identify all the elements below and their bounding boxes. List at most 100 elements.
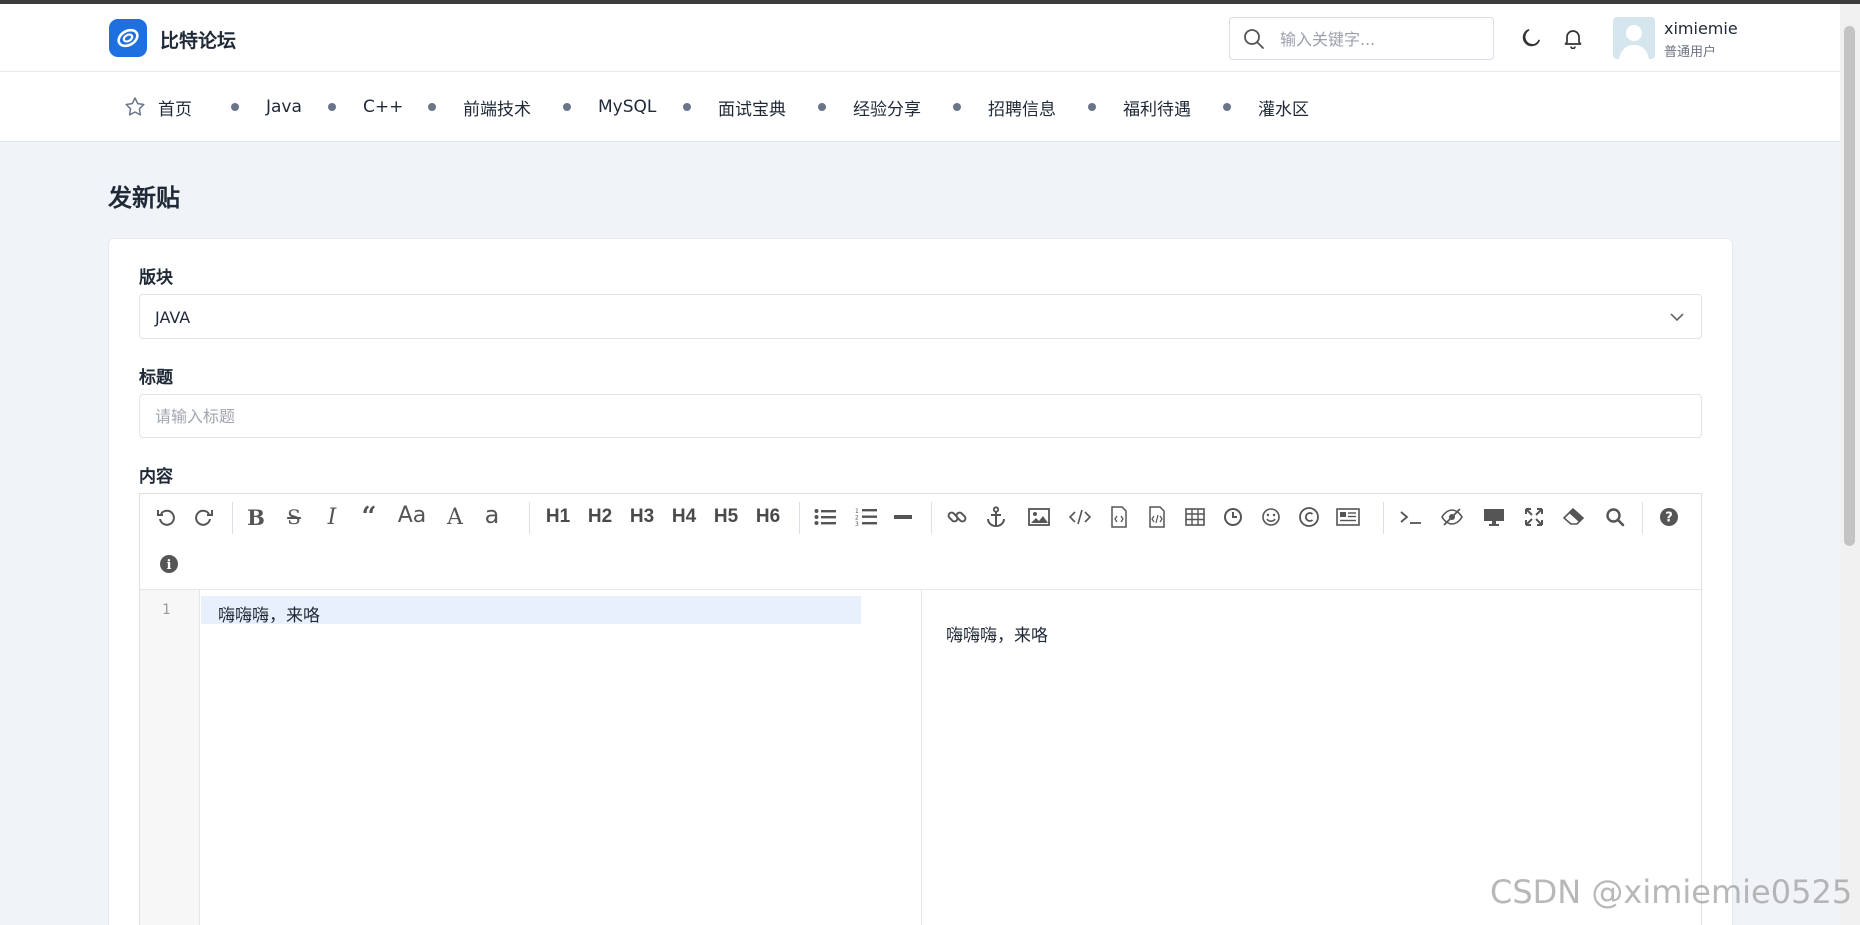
nav-item-jobs[interactable]: 招聘信息 — [953, 72, 1056, 142]
nav-item-experience[interactable]: 经验分享 — [818, 72, 921, 142]
code-icon[interactable] — [1066, 502, 1094, 532]
content-label: 内容 — [139, 467, 173, 487]
editor-toolbar: B S I “ Aa A a H1 H2 H3 H4 H5 H6 123 ? i — [140, 494, 1701, 590]
nav-item-label: 经验分享 — [853, 99, 921, 120]
markdown-editor: B S I “ Aa A a H1 H2 H3 H4 H5 H6 123 ? i… — [139, 493, 1702, 925]
brand-name[interactable]: 比特论坛 — [160, 26, 236, 53]
page-title: 发新贴 — [108, 184, 180, 212]
nav-item-label: 前端技术 — [463, 99, 531, 120]
search-icon[interactable] — [1602, 502, 1628, 532]
uppercase-icon[interactable]: Aa — [395, 500, 429, 530]
nav-item-interview[interactable]: 面试宝典 — [683, 72, 786, 142]
nav-item-label: 招聘信息 — [988, 99, 1056, 120]
ordered-list-icon[interactable]: 123 — [853, 502, 879, 532]
table-icon[interactable] — [1183, 502, 1207, 532]
nav-item-label: Java — [266, 97, 302, 117]
redo-icon[interactable] — [192, 502, 216, 532]
nav-item-java[interactable]: Java — [231, 72, 302, 142]
user-name[interactable]: ximiemie — [1664, 19, 1738, 38]
bullet-icon — [1223, 103, 1231, 111]
bullet-icon — [563, 103, 571, 111]
bell-icon[interactable] — [1562, 27, 1584, 49]
page-scrollbar[interactable] — [1840, 4, 1860, 925]
html-entities-icon[interactable] — [1145, 502, 1169, 532]
editor-content[interactable]: 嗨嗨嗨，来咯 — [218, 601, 320, 626]
terminal-icon[interactable] — [1397, 502, 1425, 532]
anchor-icon[interactable] — [984, 502, 1008, 532]
watch-icon[interactable] — [1438, 502, 1466, 532]
section-select-value: JAVA — [155, 308, 191, 327]
search-input[interactable] — [1280, 26, 1485, 52]
line-number: 1 — [162, 602, 171, 618]
logo-icon[interactable] — [109, 19, 147, 57]
bullet-icon — [428, 103, 436, 111]
help-icon[interactable]: ? — [1656, 502, 1682, 532]
code-block-icon[interactable] — [1107, 502, 1131, 532]
search-icon — [1244, 29, 1264, 49]
nav-item-label: 灌水区 — [1258, 99, 1309, 120]
copyright-icon[interactable] — [1297, 502, 1321, 532]
bullet-icon — [818, 103, 826, 111]
bullet-icon — [231, 103, 239, 111]
datetime-icon[interactable] — [1221, 502, 1245, 532]
section-label: 版块 — [139, 268, 173, 288]
bullet-icon — [328, 103, 336, 111]
nav-item-label: 福利待遇 — [1123, 99, 1191, 120]
h5-icon[interactable]: H5 — [710, 502, 742, 532]
h6-icon[interactable]: H6 — [752, 502, 784, 532]
nav-item-label: MySQL — [598, 97, 657, 117]
h2-icon[interactable]: H2 — [584, 502, 616, 532]
svg-text:i: i — [167, 558, 172, 573]
clear-icon[interactable] — [1560, 502, 1588, 532]
editor-preview-divider — [921, 590, 922, 925]
watermark: CSDN @ximiemie0525 — [1490, 873, 1853, 911]
star-icon — [125, 97, 145, 116]
horizontal-rule-icon[interactable] — [892, 502, 914, 532]
bullet-icon — [683, 103, 691, 111]
undo-icon[interactable] — [154, 502, 178, 532]
image-icon[interactable] — [1026, 502, 1052, 532]
fullscreen-icon[interactable] — [1520, 502, 1548, 532]
quote-icon[interactable]: “ — [356, 502, 382, 532]
nav-item-frontend[interactable]: 前端技术 — [428, 72, 531, 142]
section-select[interactable]: JAVA — [139, 294, 1702, 339]
h1-icon[interactable]: H1 — [542, 502, 574, 532]
nav-item-label: C++ — [363, 97, 404, 117]
category-nav: 首页 Java C++ 前端技术 MySQL 面试宝典 经验分享 招聘信息 福利… — [0, 72, 1840, 142]
svg-text:?: ? — [1665, 511, 1673, 526]
top-header: 比特论坛 ximiemie 普通用户 — [0, 4, 1840, 72]
italic-icon[interactable]: I — [320, 502, 344, 532]
svg-text:3: 3 — [855, 521, 859, 527]
bullet-icon — [953, 103, 961, 111]
nav-item-home[interactable]: 首页 — [124, 72, 192, 142]
h3-icon[interactable]: H3 — [626, 502, 658, 532]
nav-item-label: 面试宝典 — [718, 99, 786, 120]
bullet-icon — [1088, 103, 1096, 111]
info-icon[interactable]: i — [157, 549, 181, 579]
nav-item-label: 首页 — [158, 99, 192, 120]
search-box[interactable] — [1229, 17, 1494, 60]
nav-item-mysql[interactable]: MySQL — [563, 72, 656, 142]
avatar[interactable] — [1613, 17, 1655, 59]
emoji-icon[interactable] — [1259, 502, 1283, 532]
upper-first-icon[interactable]: A — [442, 502, 468, 532]
title-input[interactable] — [139, 394, 1702, 438]
nav-item-cpp[interactable]: C++ — [328, 72, 403, 142]
pagebreak-icon[interactable] — [1334, 502, 1362, 532]
preview-icon[interactable] — [1480, 502, 1508, 532]
title-label: 标题 — [139, 368, 173, 388]
unordered-list-icon[interactable] — [812, 502, 838, 532]
preview-content: 嗨嗨嗨，来咯 — [946, 626, 1048, 646]
link-icon[interactable] — [945, 502, 969, 532]
line-number-gutter: 1 — [140, 590, 200, 925]
strikethrough-icon[interactable]: S — [282, 502, 306, 532]
scrollbar-thumb[interactable] — [1844, 26, 1855, 546]
nav-item-chat[interactable]: 灌水区 — [1223, 72, 1309, 142]
bold-icon[interactable]: B — [244, 502, 268, 532]
lowercase-icon[interactable]: a — [480, 500, 504, 530]
moon-icon[interactable] — [1520, 27, 1542, 49]
chevron-down-icon — [1670, 313, 1684, 322]
nav-item-benefits[interactable]: 福利待遇 — [1088, 72, 1191, 142]
h4-icon[interactable]: H4 — [668, 502, 700, 532]
user-role: 普通用户 — [1664, 45, 1717, 60]
